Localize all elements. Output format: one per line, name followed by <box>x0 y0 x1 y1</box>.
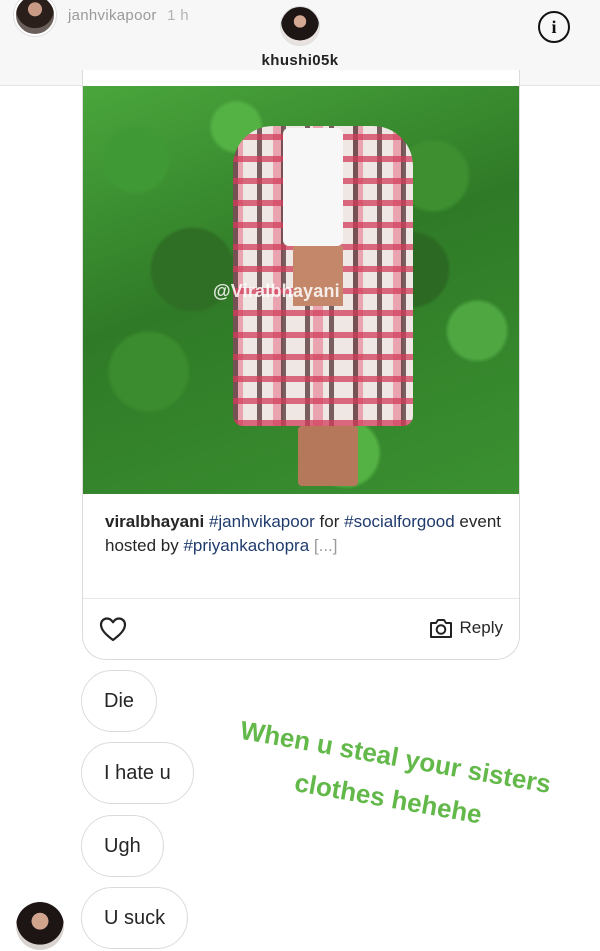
message-bubble[interactable]: Die <box>81 670 158 732</box>
message-bubble[interactable]: Ugh <box>81 815 164 877</box>
message-text: Ugh <box>104 834 141 857</box>
post-caption[interactable]: viralbhayani #janhvikapoor for #socialfo… <box>105 510 505 558</box>
reply-label: Reply <box>459 618 503 637</box>
post-watermark: @Viralbhayani <box>213 281 340 301</box>
message-bubble[interactable]: U suck <box>81 887 189 949</box>
caption-hashtag[interactable]: #janhvikapoor <box>209 512 315 531</box>
heart-icon[interactable] <box>99 616 127 642</box>
post-image[interactable]: @Viralbhayani <box>83 86 519 494</box>
message-text: U suck <box>104 906 166 929</box>
story-owner-username: janhvikapoor <box>68 6 157 24</box>
camera-icon <box>429 619 452 638</box>
caption-hashtag[interactable]: #socialforgood <box>344 512 455 531</box>
message-text: I hate u <box>104 761 171 784</box>
caption-more[interactable]: [...] <box>314 536 338 555</box>
shared-post-card[interactable]: @Viralbhayani viralbhayani #janhvikapoor… <box>82 70 520 660</box>
caption-username[interactable]: viralbhayani <box>105 512 204 531</box>
caption-text: for <box>314 512 345 531</box>
chat-avatar[interactable] <box>280 6 320 46</box>
reply-button[interactable]: Reply <box>428 616 503 640</box>
story-owner-avatar[interactable] <box>14 0 56 36</box>
story-owner[interactable]: janhvikapoor 1 h <box>14 0 189 36</box>
card-divider <box>83 598 519 599</box>
sender-avatar[interactable] <box>16 902 64 950</box>
message-text: Die <box>104 689 135 712</box>
chat-username[interactable]: khushi05k <box>0 52 600 69</box>
info-icon[interactable]: i <box>538 11 570 43</box>
story-timestamp: 1 h <box>167 6 189 24</box>
story-overlay-text: When u steal your sisters clothes hehehe <box>207 705 576 850</box>
caption-hashtag[interactable]: #priyankachopra <box>183 536 309 555</box>
message-bubble[interactable]: I hate u <box>81 742 194 804</box>
